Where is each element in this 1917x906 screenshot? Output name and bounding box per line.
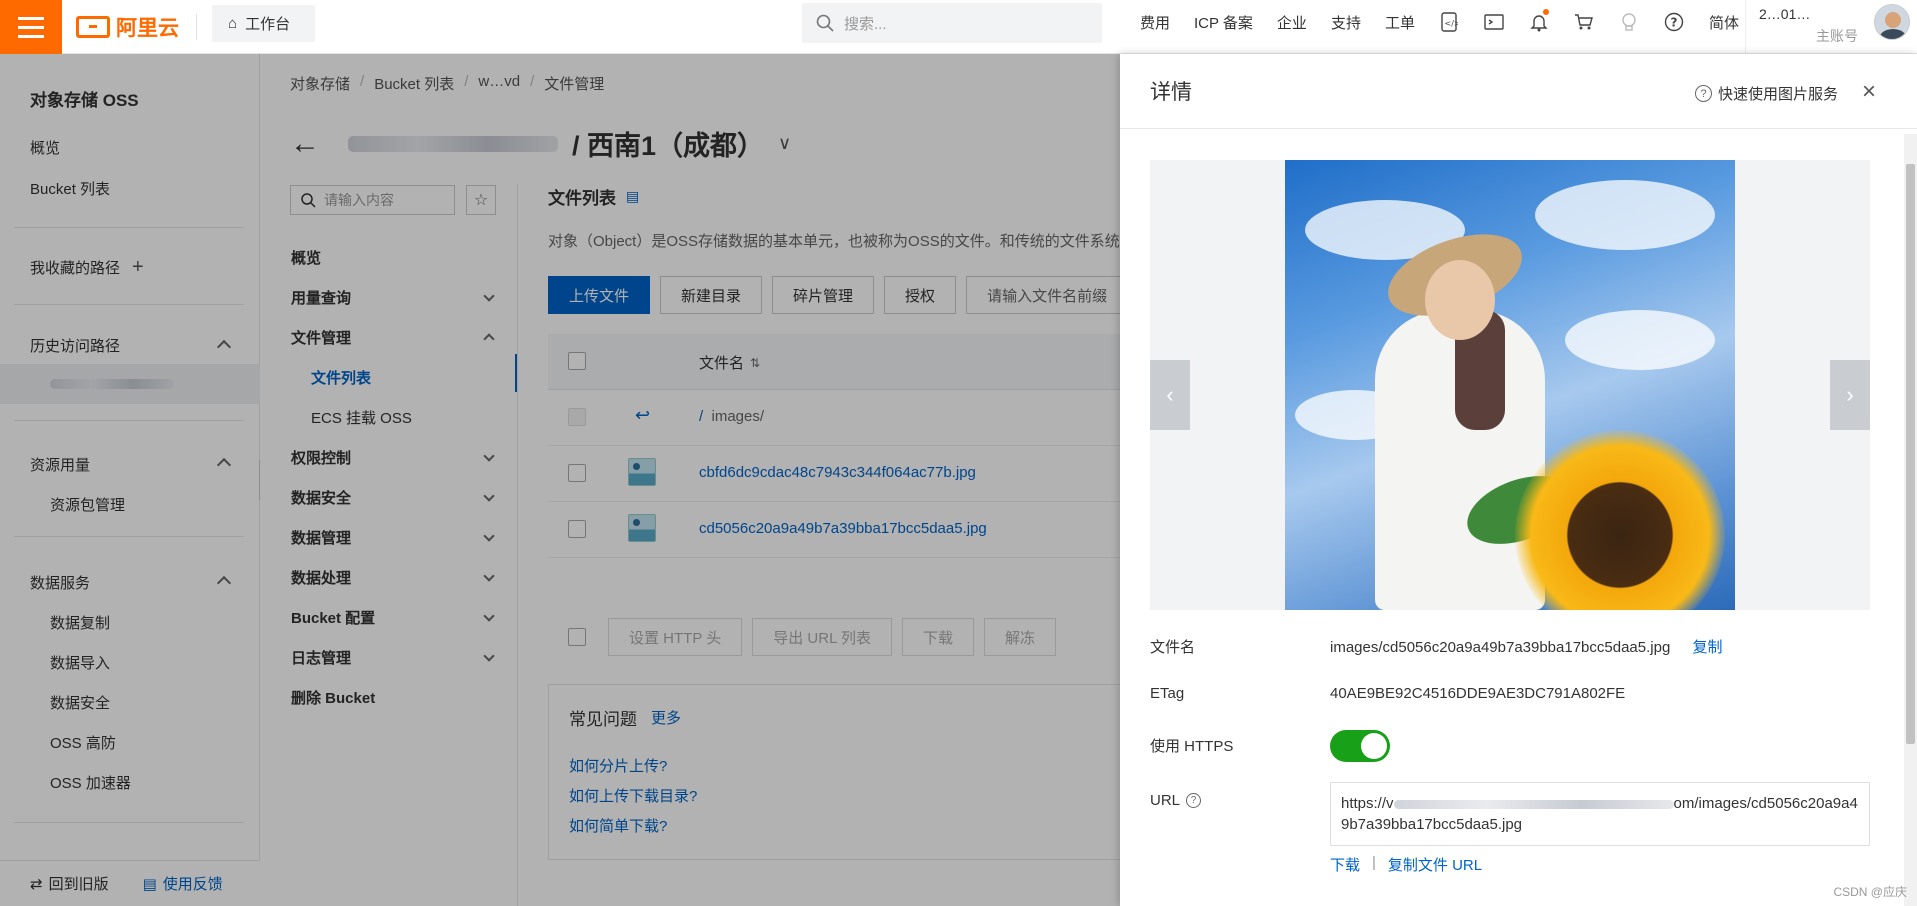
- help-label: 快速使用图片服务: [1718, 86, 1839, 103]
- separator: |: [1372, 854, 1376, 871]
- nav-icp[interactable]: ICP 备案: [1182, 12, 1265, 33]
- bulb-icon[interactable]: [1607, 12, 1652, 32]
- sunflower: [1515, 430, 1725, 610]
- search-placeholder: 搜索...: [844, 15, 887, 33]
- account-menu[interactable]: 2…01… 主账号: [1745, 0, 1917, 54]
- url-prefix: https://v: [1341, 795, 1394, 812]
- svg-text:?: ?: [1671, 16, 1678, 30]
- help-icon[interactable]: ?: [1652, 12, 1697, 32]
- detail-drawer: 详情 ? 快速使用图片服务 × ‹ › 文件名 images/cd5056c20…: [1120, 54, 1917, 906]
- account-name: 2…01…: [1759, 6, 1811, 22]
- scroll-thumb[interactable]: [1906, 164, 1915, 744]
- close-icon[interactable]: ×: [1862, 78, 1876, 106]
- home-icon: ⌂: [228, 15, 238, 32]
- etag-value: 40AE9BE92C4516DDE9AE3DC791A802FE: [1330, 685, 1626, 702]
- etag-label: ETag: [1150, 685, 1185, 702]
- help-icon: ?: [1695, 85, 1712, 102]
- help-icon[interactable]: ?: [1186, 793, 1202, 808]
- workbench-label: 工作台: [245, 16, 291, 33]
- workbench-button[interactable]: ⌂ 工作台: [212, 5, 315, 42]
- cloud: [1565, 310, 1715, 370]
- cloud: [1535, 180, 1715, 250]
- drawer-title: 详情: [1150, 81, 1192, 104]
- chevron-left-icon: ‹: [1166, 382, 1174, 407]
- search-input[interactable]: 搜索...: [802, 3, 1102, 43]
- code-icon[interactable]: </>: [1427, 12, 1472, 32]
- chevron-right-icon: ›: [1846, 382, 1854, 407]
- top-nav: 费用 ICP 备案 企业 支持 工单 </> ? 简体: [1128, 0, 1751, 44]
- filename-text: images/cd5056c20a9a49b7a39bba17bcc5daa5.…: [1330, 639, 1671, 656]
- image-preview: ‹ ›: [1150, 160, 1870, 610]
- divider: [196, 14, 197, 40]
- bell-icon[interactable]: [1517, 9, 1562, 32]
- url-textbox[interactable]: https://v om/images/cd5056c20a9a49b7a39bb…: [1330, 782, 1870, 846]
- watermark: CSDN @应庆: [1833, 885, 1907, 899]
- prev-image-button[interactable]: ‹: [1150, 360, 1190, 430]
- avatar[interactable]: [1874, 4, 1910, 40]
- svg-text:</>: </>: [1445, 19, 1459, 28]
- filename-label: 文件名: [1150, 639, 1196, 656]
- notification-dot: [1542, 9, 1549, 15]
- terminal-icon[interactable]: [1472, 13, 1517, 31]
- search-icon: [816, 14, 834, 32]
- logo-text: 阿里云: [116, 17, 179, 40]
- next-image-button[interactable]: ›: [1830, 360, 1870, 430]
- aliyun-logo[interactable]: 阿里云: [76, 12, 179, 42]
- redacted-host: [1393, 799, 1674, 809]
- divider: [1120, 128, 1917, 129]
- image-service-help-link[interactable]: ? 快速使用图片服务: [1695, 83, 1838, 104]
- url-actions: 下载 | 复制文件 URL: [1330, 854, 1482, 875]
- language-switch[interactable]: 简体: [1697, 12, 1751, 33]
- filename-value: images/cd5056c20a9a49b7a39bba17bcc5daa5.…: [1330, 636, 1722, 657]
- menu-icon[interactable]: [0, 0, 62, 54]
- copy-filename-link[interactable]: 复制: [1692, 639, 1722, 656]
- nav-fees[interactable]: 费用: [1128, 12, 1182, 33]
- nav-enterprise[interactable]: 企业: [1265, 12, 1319, 33]
- preview-photo: [1285, 160, 1735, 610]
- top-bar: 阿里云 ⌂ 工作台 搜索... 费用 ICP 备案 企业 支持 工单 </> ?…: [0, 0, 1917, 54]
- nav-ticket[interactable]: 工单: [1373, 12, 1427, 33]
- nav-support[interactable]: 支持: [1319, 12, 1373, 33]
- https-toggle[interactable]: [1330, 730, 1390, 762]
- drawer-scrollbar[interactable]: [1904, 134, 1917, 906]
- account-role: 主账号: [1816, 28, 1858, 44]
- url-label-text: URL: [1150, 792, 1181, 809]
- url-label: URL ?: [1150, 792, 1202, 809]
- download-link[interactable]: 下载: [1330, 854, 1360, 875]
- https-label: 使用 HTTPS: [1150, 738, 1234, 755]
- face: [1425, 260, 1495, 340]
- aliyun-logo-icon: [76, 16, 110, 38]
- modal-overlay[interactable]: [0, 54, 1120, 906]
- copy-url-link[interactable]: 复制文件 URL: [1388, 854, 1482, 875]
- cart-icon[interactable]: [1562, 13, 1607, 31]
